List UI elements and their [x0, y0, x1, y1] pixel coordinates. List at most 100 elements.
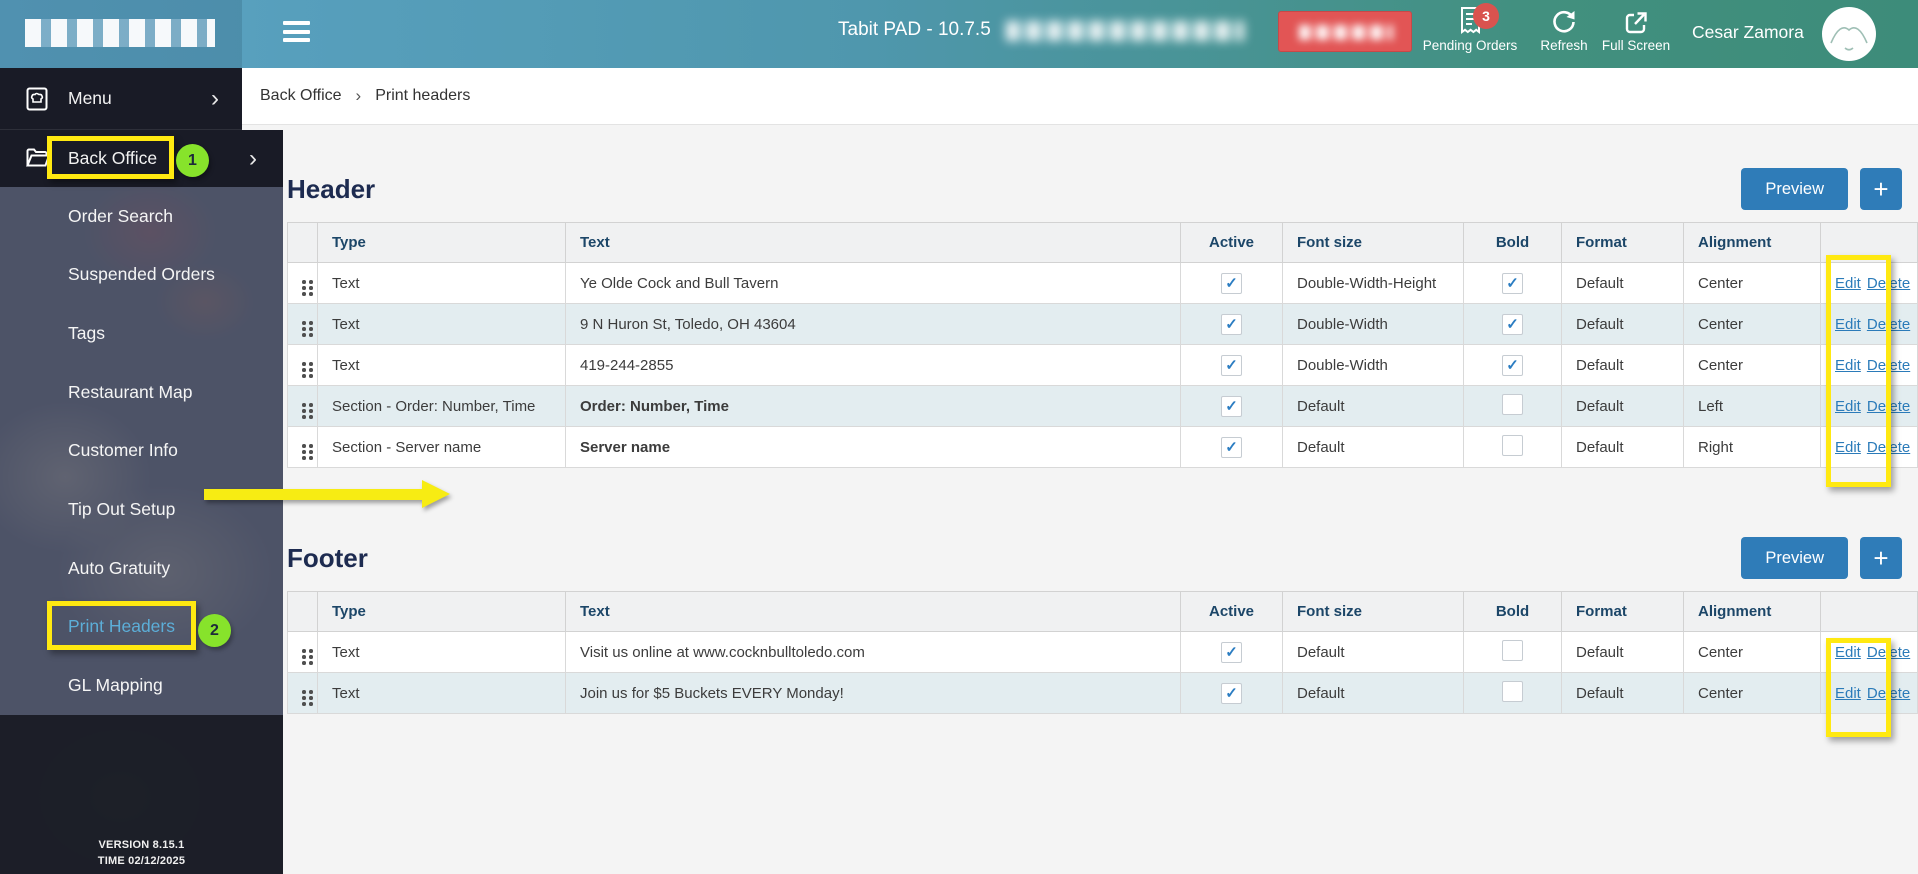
- delete-link[interactable]: Delete: [1867, 316, 1910, 333]
- table-row: Text9 N Huron St, Toledo, OH 43604✓Doubl…: [288, 304, 1918, 345]
- sidebar-item-auto-gratuity[interactable]: Auto Gratuity: [0, 539, 283, 598]
- bold-checkbox[interactable]: [1502, 640, 1523, 661]
- drag-handle[interactable]: [288, 427, 318, 468]
- sidebar: Menu › Back Office › Order SearchSuspend…: [0, 68, 283, 874]
- drag-handle-icon[interactable]: [302, 649, 313, 665]
- sidebar-bottom: VERSION 8.15.1 TIME 02/12/2025: [0, 715, 283, 874]
- pending-orders-button[interactable]: 3 Pending Orders: [1408, 5, 1532, 53]
- table-row: Text419-244-2855✓Double-Width✓DefaultCen…: [288, 345, 1918, 386]
- sidebar-item-order-search[interactable]: Order Search: [0, 187, 283, 246]
- delete-link[interactable]: Delete: [1867, 357, 1910, 374]
- alignment-cell: Center: [1684, 632, 1821, 673]
- edit-link[interactable]: Edit: [1835, 439, 1861, 456]
- active-cell: ✓: [1181, 263, 1283, 304]
- drag-handle[interactable]: [288, 304, 318, 345]
- drag-handle-icon[interactable]: [302, 280, 313, 296]
- sidebar-item-gl-mapping[interactable]: GL Mapping: [0, 656, 283, 715]
- edit-link[interactable]: Edit: [1835, 644, 1861, 661]
- sidebar-item-menu[interactable]: Menu ›: [0, 68, 242, 130]
- footer-preview-button[interactable]: Preview: [1741, 537, 1848, 579]
- delete-link[interactable]: Delete: [1867, 685, 1910, 702]
- active-checkbox[interactable]: ✓: [1221, 683, 1242, 704]
- drag-handle-icon[interactable]: [302, 690, 313, 706]
- bold-cell: ✓: [1464, 345, 1562, 386]
- alignment-cell: Right: [1684, 427, 1821, 468]
- hamburger-menu-icon[interactable]: [283, 21, 310, 47]
- blurred-alert-label: [1299, 25, 1393, 40]
- delete-link[interactable]: Delete: [1867, 439, 1910, 456]
- refresh-button[interactable]: Refresh: [1528, 5, 1600, 53]
- delete-link[interactable]: Delete: [1867, 644, 1910, 661]
- bold-checkbox[interactable]: [1502, 435, 1523, 456]
- column-header-font-size: Font size: [1283, 592, 1464, 632]
- header-preview-button[interactable]: Preview: [1741, 168, 1848, 210]
- sidebar-item-customer-info[interactable]: Customer Info: [0, 422, 283, 481]
- drag-handle[interactable]: [288, 673, 318, 714]
- header-add-button[interactable]: +: [1860, 168, 1902, 210]
- user-avatar[interactable]: [1822, 7, 1876, 61]
- drag-handle[interactable]: [288, 386, 318, 427]
- font-size-cell: Double-Width-Height: [1283, 263, 1464, 304]
- drag-handle-icon[interactable]: [302, 321, 313, 337]
- active-checkbox[interactable]: ✓: [1221, 437, 1242, 458]
- drag-handle[interactable]: [288, 345, 318, 386]
- format-cell: Default: [1562, 673, 1684, 714]
- footer-table-columns: TypeTextActiveFont sizeBoldFormatAlignme…: [288, 592, 1918, 632]
- column-header-blank: [288, 592, 318, 632]
- drag-handle-icon[interactable]: [302, 444, 313, 460]
- bold-checkbox[interactable]: ✓: [1502, 314, 1523, 335]
- active-checkbox[interactable]: ✓: [1221, 642, 1242, 663]
- bold-checkbox[interactable]: [1502, 681, 1523, 702]
- open-folder-icon: [26, 147, 48, 171]
- active-checkbox[interactable]: ✓: [1221, 355, 1242, 376]
- edit-link[interactable]: Edit: [1835, 316, 1861, 333]
- breadcrumb-chevron-icon: ›: [356, 86, 362, 106]
- type-cell: Section - Server name: [318, 427, 566, 468]
- column-header-bold: Bold: [1464, 592, 1562, 632]
- active-checkbox[interactable]: ✓: [1221, 396, 1242, 417]
- format-cell: Default: [1562, 263, 1684, 304]
- bold-checkbox[interactable]: ✓: [1502, 355, 1523, 376]
- font-size-cell: Default: [1283, 632, 1464, 673]
- edit-link[interactable]: Edit: [1835, 398, 1861, 415]
- column-header-blank: [1821, 223, 1918, 263]
- text-cell: 419-244-2855: [566, 345, 1181, 386]
- drag-handle[interactable]: [288, 263, 318, 304]
- sidebar-item-back-office[interactable]: Back Office ›: [0, 130, 283, 187]
- sidebar-item-print-headers[interactable]: Print Headers: [0, 598, 283, 657]
- bold-cell: [1464, 427, 1562, 468]
- column-header-format: Format: [1562, 592, 1684, 632]
- sidebar-item-suspended-orders[interactable]: Suspended Orders: [0, 246, 283, 305]
- sidebar-item-tip-out-setup[interactable]: Tip Out Setup: [0, 480, 283, 539]
- sidebar-item-tags[interactable]: Tags: [0, 304, 283, 363]
- drag-handle[interactable]: [288, 632, 318, 673]
- delete-link[interactable]: Delete: [1867, 398, 1910, 415]
- bold-checkbox[interactable]: [1502, 394, 1523, 415]
- column-header-alignment: Alignment: [1684, 592, 1821, 632]
- type-cell: Text: [318, 632, 566, 673]
- actions-cell: Edit Delete: [1821, 345, 1918, 386]
- text-cell: Join us for $5 Buckets EVERY Monday!: [566, 673, 1181, 714]
- drag-handle-icon[interactable]: [302, 403, 313, 419]
- actions-cell: Edit Delete: [1821, 427, 1918, 468]
- column-header-type: Type: [318, 223, 566, 263]
- edit-link[interactable]: Edit: [1835, 685, 1861, 702]
- alert-button[interactable]: [1278, 11, 1412, 52]
- bold-cell: ✓: [1464, 304, 1562, 345]
- active-cell: ✓: [1181, 386, 1283, 427]
- breadcrumb: Back Office › Print headers: [242, 68, 1918, 125]
- active-checkbox[interactable]: ✓: [1221, 273, 1242, 294]
- drag-handle-icon[interactable]: [302, 362, 313, 378]
- font-size-cell: Default: [1283, 386, 1464, 427]
- footer-add-button[interactable]: +: [1860, 537, 1902, 579]
- delete-link[interactable]: Delete: [1867, 275, 1910, 292]
- alignment-cell: Center: [1684, 673, 1821, 714]
- full-screen-button[interactable]: Full Screen: [1596, 5, 1676, 53]
- column-header-bold: Bold: [1464, 223, 1562, 263]
- sidebar-item-restaurant-map[interactable]: Restaurant Map: [0, 363, 283, 422]
- active-checkbox[interactable]: ✓: [1221, 314, 1242, 335]
- edit-link[interactable]: Edit: [1835, 357, 1861, 374]
- edit-link[interactable]: Edit: [1835, 275, 1861, 292]
- text-cell: Visit us online at www.cocknbulltoledo.c…: [566, 632, 1181, 673]
- bold-checkbox[interactable]: ✓: [1502, 273, 1523, 294]
